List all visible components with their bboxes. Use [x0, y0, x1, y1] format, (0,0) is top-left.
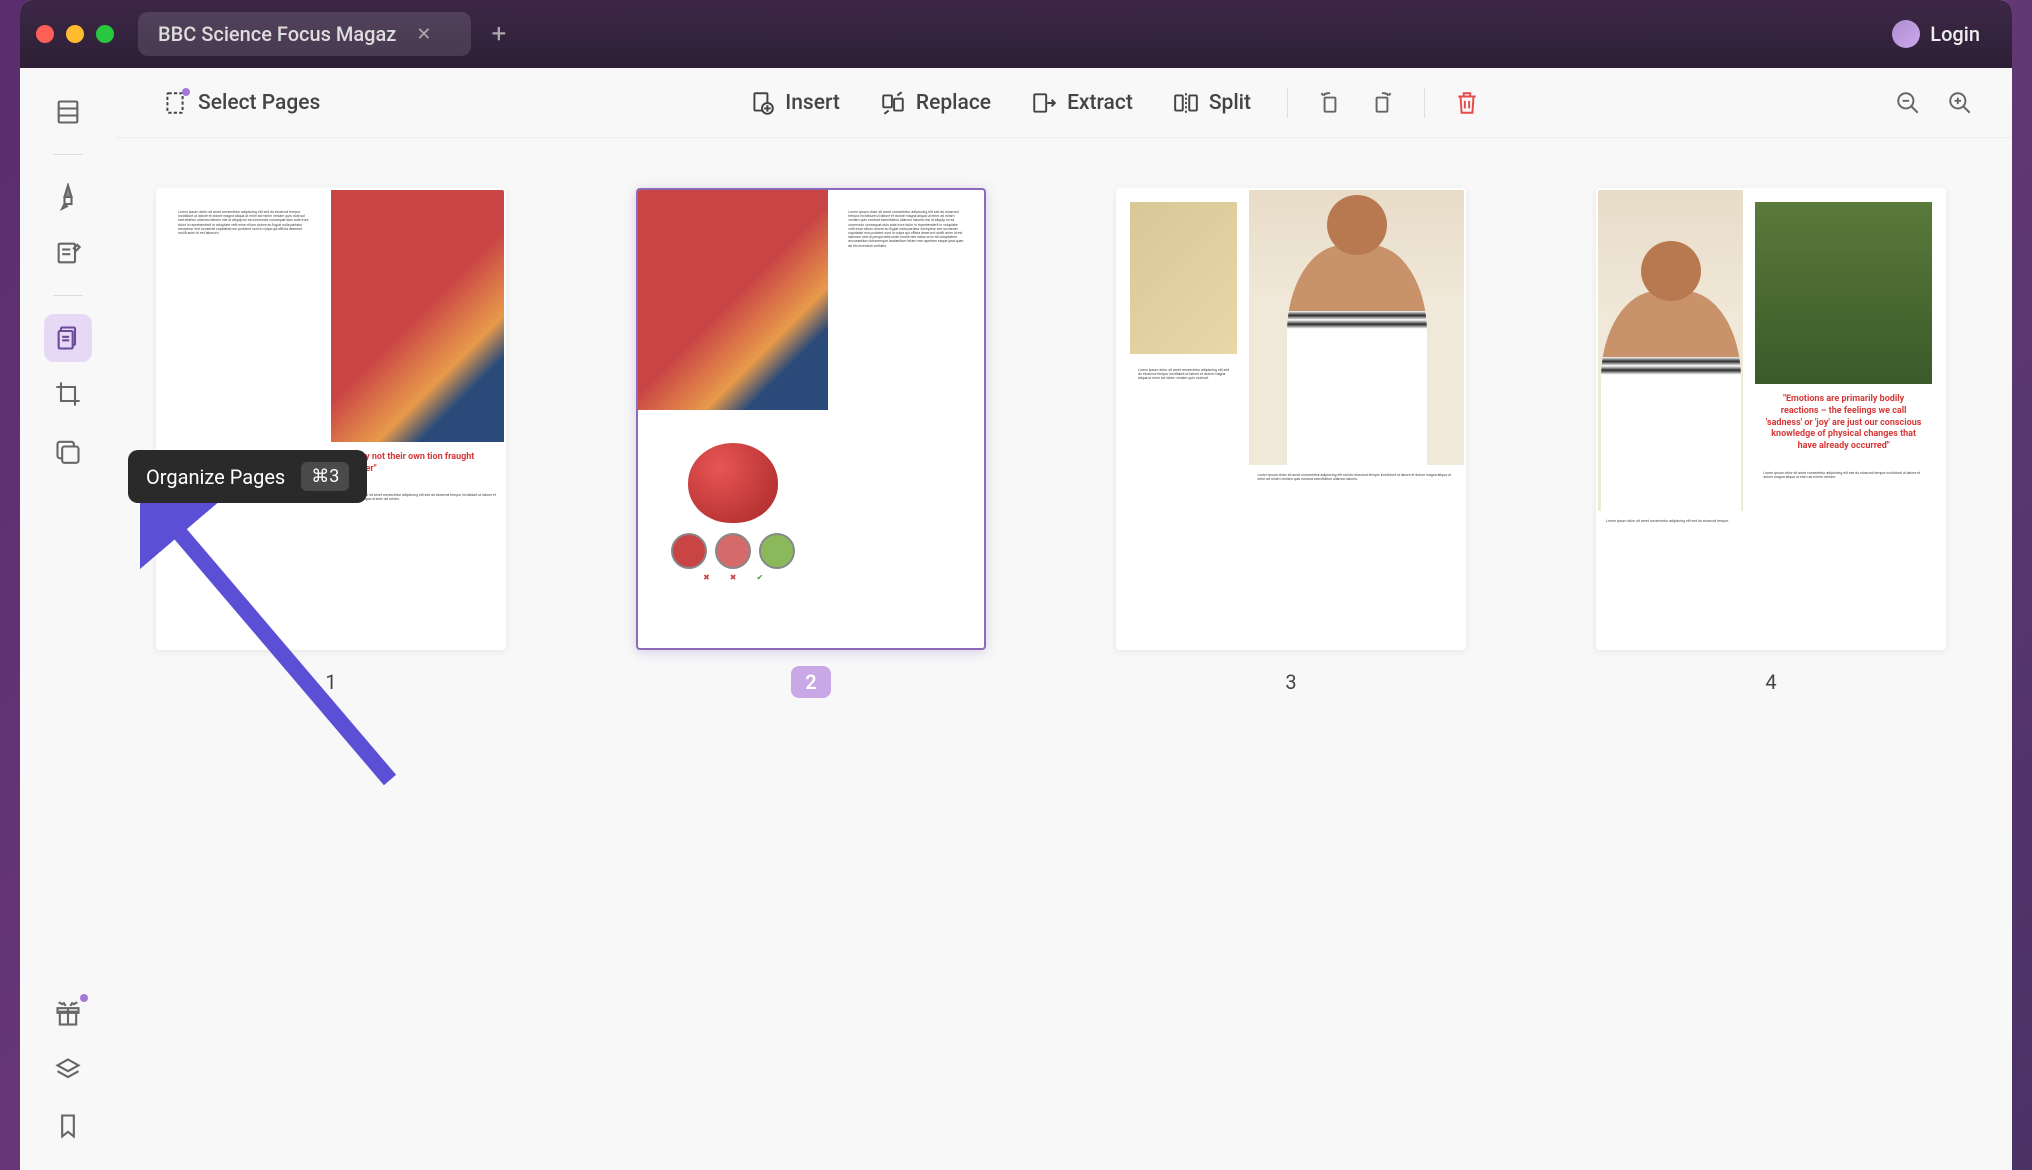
divider	[53, 295, 83, 296]
page-thumbnail-2[interactable]: ✖ ✖ ✔ Lorem ipsum dolor sit amet consect…	[636, 188, 986, 650]
quote-text: "Emotions are primarily bodily reactions…	[1755, 384, 1932, 462]
rotate-left-icon	[1317, 90, 1343, 116]
body-text: Lorem ipsum dolor sit amet consectetur a…	[1130, 360, 1237, 389]
titlebar: BBC Science Focus Magaz ✕ + Login	[20, 0, 2012, 68]
close-tab-icon[interactable]: ✕	[416, 24, 431, 45]
sidebar-item-organize-pages[interactable]	[44, 314, 92, 362]
login-label: Login	[1930, 22, 1980, 46]
extract-label: Extract	[1067, 91, 1133, 115]
divider	[1287, 88, 1288, 118]
login-button[interactable]: Login	[1876, 14, 1996, 54]
split-label: Split	[1209, 91, 1251, 115]
sidebar-item-redact[interactable]	[44, 426, 92, 474]
body-text: Lorem ipsum dolor sit amet consectetur a…	[170, 202, 319, 243]
apple-diagram-placeholder: ✖ ✖ ✔	[638, 410, 828, 616]
rotate-left-button[interactable]	[1308, 81, 1352, 125]
tab-document[interactable]: BBC Science Focus Magaz ✕	[138, 12, 471, 56]
rotate-right-button[interactable]	[1360, 81, 1404, 125]
layers-icon	[54, 1056, 82, 1084]
replace-label: Replace	[916, 91, 991, 115]
toolbar: Select Pages Insert	[116, 68, 2012, 138]
bookmark-icon	[54, 1112, 82, 1140]
select-pages-button[interactable]: Select Pages	[146, 80, 336, 126]
tennis-image-placeholder	[638, 190, 828, 410]
page-number: 1	[311, 666, 350, 698]
sidebar-item-bookmark[interactable]	[44, 1102, 92, 1150]
tab-bar: BBC Science Focus Magaz ✕ +	[138, 12, 1876, 56]
tooltip-organize-pages: Organize Pages ⌘3	[128, 450, 367, 503]
close-window-button[interactable]	[36, 25, 54, 43]
page-thumbnail-4[interactable]: Lorem ipsum dolor sit amet consectetur a…	[1596, 188, 1946, 650]
page-item[interactable]: Lorem ipsum dolor sit amet consectetur a…	[1116, 188, 1466, 698]
zoom-out-button[interactable]	[1886, 81, 1930, 125]
gift-icon	[54, 1000, 82, 1028]
indicator-dot	[182, 88, 190, 96]
window-controls	[36, 25, 114, 43]
minimize-window-button[interactable]	[66, 25, 84, 43]
organize-pages-icon	[54, 324, 82, 352]
tooltip-shortcut: ⌘3	[301, 462, 349, 491]
sidebar	[20, 68, 116, 1170]
sidebar-item-thumbnails[interactable]	[44, 88, 92, 136]
annotate-icon	[54, 239, 82, 267]
portrait-image-placeholder	[1598, 190, 1743, 511]
page-number: 4	[1751, 666, 1790, 698]
divider	[53, 154, 83, 155]
page-number: 3	[1271, 666, 1310, 698]
replace-button[interactable]: Replace	[864, 80, 1007, 126]
pages-grid: Lorem ipsum dolor sit amet consectetur a…	[116, 138, 2012, 1170]
split-button[interactable]: Split	[1157, 80, 1267, 126]
crop-icon	[54, 380, 82, 408]
inset-image-placeholder	[1130, 202, 1237, 354]
page-item[interactable]: Lorem ipsum dolor sit amet consectetur a…	[1596, 188, 1946, 698]
insert-button[interactable]: Insert	[733, 80, 856, 126]
thumbnails-icon	[54, 98, 82, 126]
portrait-image-placeholder	[1249, 190, 1464, 465]
insert-icon	[749, 90, 775, 116]
extract-button[interactable]: Extract	[1015, 80, 1149, 126]
body-text: Lorem ipsum dolor sit amet consectetur a…	[1598, 511, 1743, 531]
page-number: 2	[791, 666, 830, 698]
rotate-right-icon	[1369, 90, 1395, 116]
tab-title: BBC Science Focus Magaz	[158, 22, 396, 46]
redact-icon	[54, 436, 82, 464]
page-item[interactable]: ✖ ✖ ✔ Lorem ipsum dolor sit amet consect…	[636, 188, 986, 698]
divider	[1424, 88, 1425, 118]
page-thumbnail-3[interactable]: Lorem ipsum dolor sit amet consectetur a…	[1116, 188, 1466, 650]
highlighter-icon	[54, 183, 82, 211]
extract-icon	[1031, 90, 1057, 116]
sidebar-item-crop[interactable]	[44, 370, 92, 418]
zoom-out-icon	[1895, 90, 1921, 116]
zoom-in-button[interactable]	[1938, 81, 1982, 125]
zoom-in-icon	[1947, 90, 1973, 116]
tooltip-label: Organize Pages	[146, 465, 285, 489]
replace-icon	[880, 90, 906, 116]
body-text: Lorem ipsum dolor sit amet consectetur a…	[1755, 463, 1932, 487]
notification-dot	[80, 994, 88, 1002]
maximize-window-button[interactable]	[96, 25, 114, 43]
sidebar-item-layers[interactable]	[44, 1046, 92, 1094]
sidebar-item-highlight[interactable]	[44, 173, 92, 221]
page-thumbnail-1[interactable]: Lorem ipsum dolor sit amet consectetur a…	[156, 188, 506, 650]
new-tab-button[interactable]: +	[491, 19, 506, 49]
trash-icon	[1454, 90, 1480, 116]
sidebar-item-annotate[interactable]	[44, 229, 92, 277]
select-pages-label: Select Pages	[198, 91, 320, 115]
tennis-image-placeholder	[331, 190, 504, 442]
delete-button[interactable]	[1445, 81, 1489, 125]
grass-image-placeholder	[1755, 202, 1932, 384]
avatar-icon	[1892, 20, 1920, 48]
split-icon	[1173, 90, 1199, 116]
sidebar-item-gift[interactable]	[44, 990, 92, 1038]
insert-label: Insert	[785, 91, 840, 115]
body-text: Lorem ipsum dolor sit amet consectetur a…	[840, 202, 972, 256]
body-text: Lorem ipsum dolor sit amet consectetur a…	[1249, 465, 1464, 489]
page-item[interactable]: Lorem ipsum dolor sit amet consectetur a…	[156, 188, 506, 698]
